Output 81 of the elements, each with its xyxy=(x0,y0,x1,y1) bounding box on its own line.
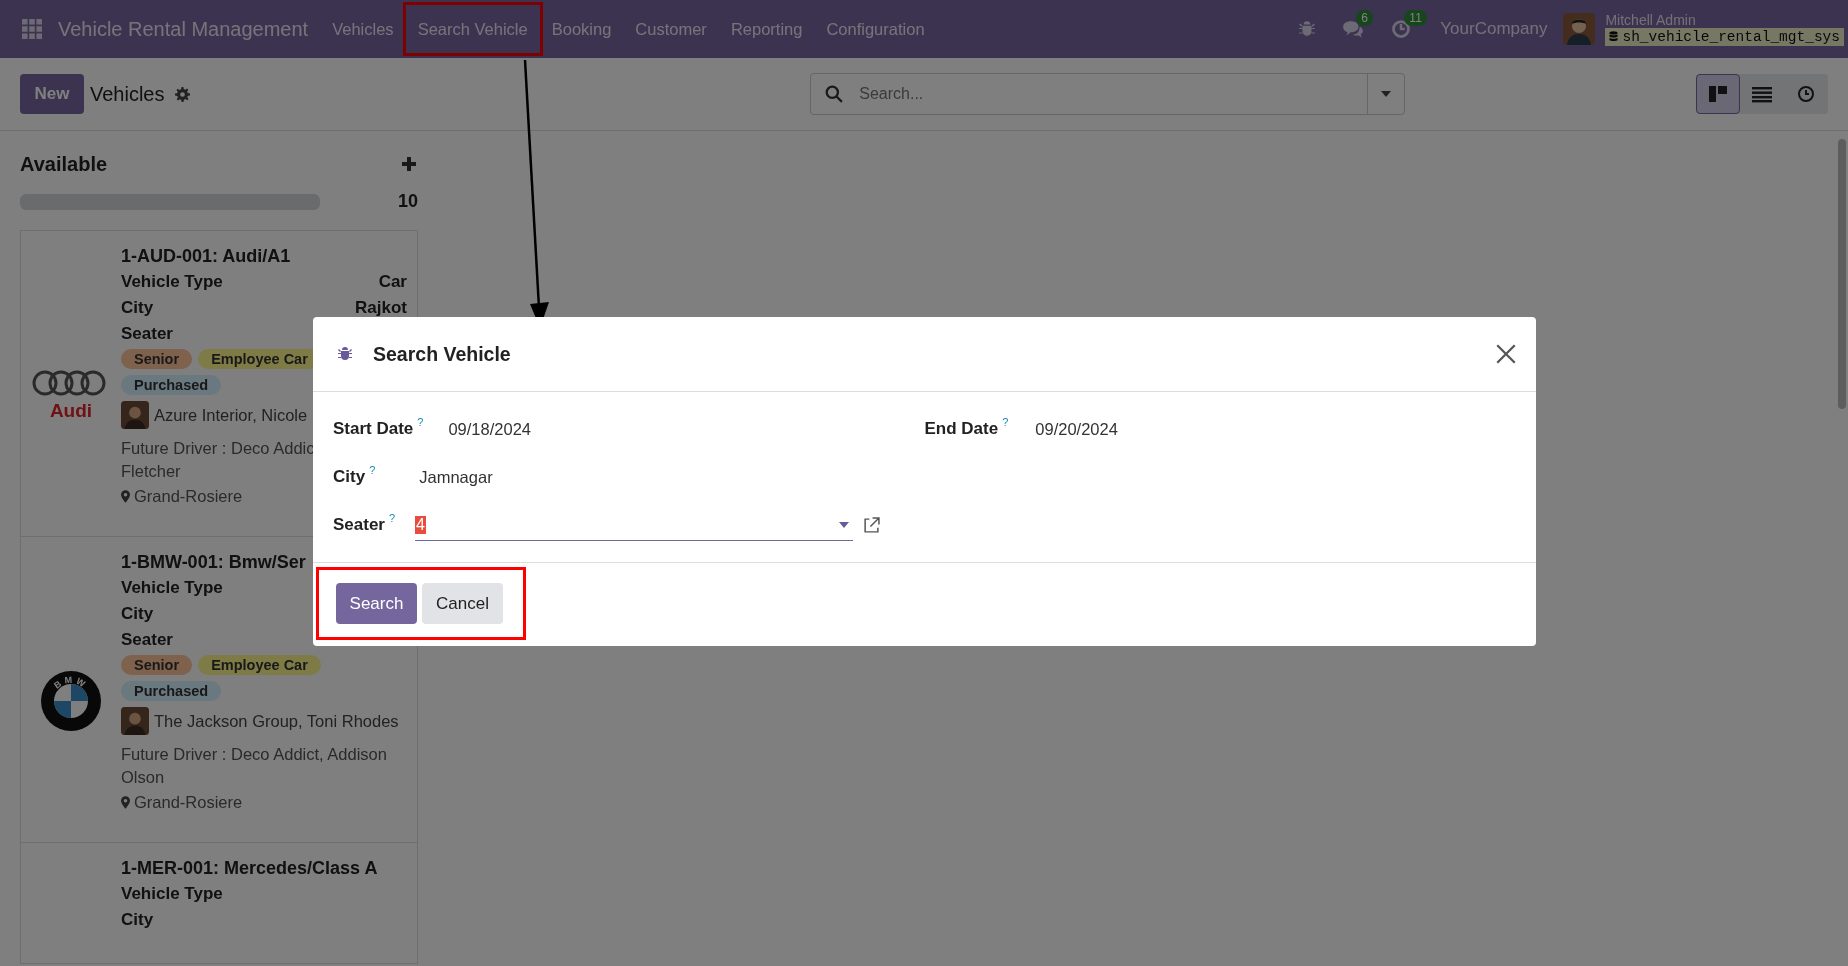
message-count-badge: 6 xyxy=(1356,10,1374,26)
caret-icon[interactable] xyxy=(1380,90,1393,98)
activity-count-badge: 11 xyxy=(1404,10,1427,26)
location-text: Grand-Rosiere xyxy=(134,487,243,506)
menu-item[interactable]: Customer xyxy=(623,5,719,53)
tag: Purchased xyxy=(121,681,222,701)
menu-item[interactable]: Search Vehicle xyxy=(405,5,540,53)
user-name: Mitchell Admin xyxy=(1605,12,1697,28)
seater-field[interactable]: 4 xyxy=(415,509,854,541)
future-driver-text: Future Driver : Deco Addict, Addison xyxy=(121,744,387,765)
close-icon[interactable] xyxy=(1496,344,1516,364)
field-label: Seater xyxy=(121,323,173,345)
external-link-icon[interactable] xyxy=(863,516,881,534)
vehicle-title: 1-AUD-001: Audi/A1 xyxy=(121,245,292,268)
location-text: Grand-Rosiere xyxy=(134,793,243,812)
apps-menu-icon[interactable] xyxy=(22,19,42,39)
help-mark[interactable]: ? xyxy=(417,416,424,428)
add-icon[interactable] xyxy=(402,157,416,171)
menu-item[interactable]: Configuration xyxy=(814,5,937,53)
future-driver-text: Future Driver : Deco Addic xyxy=(121,438,315,459)
search-icon xyxy=(825,85,844,103)
field-label: City xyxy=(121,603,154,625)
vehicle-card[interactable]: 1-MER-001: Mercedes/Class A Vehicle Type City xyxy=(20,843,418,964)
field-label: Vehicle Type xyxy=(121,577,223,599)
city-field[interactable]: Jamnagar xyxy=(419,467,493,487)
customer-avatar xyxy=(121,401,149,429)
customer-avatar xyxy=(121,707,149,735)
page-title: Vehicles xyxy=(90,82,165,106)
list-icon xyxy=(1752,85,1772,103)
field-label: City xyxy=(333,467,366,487)
field-value: Car xyxy=(378,271,407,293)
cancel-button[interactable]: Cancel xyxy=(422,583,503,624)
settings-icon[interactable] xyxy=(174,86,190,102)
user-avatar[interactable] xyxy=(1563,13,1596,45)
search-input[interactable]: Search... xyxy=(857,84,1368,104)
search-button[interactable]: Search xyxy=(336,583,417,624)
field-value: Rajkot xyxy=(355,297,407,319)
field-label: Vehicle Type xyxy=(121,271,223,293)
future-driver-text: Fletcher xyxy=(121,461,181,482)
future-driver-text: Olson xyxy=(121,767,165,788)
end-date-field[interactable]: 09/20/2024 xyxy=(1035,419,1118,439)
new-button[interactable]: New xyxy=(20,74,84,114)
caret-icon xyxy=(839,521,850,528)
app-name[interactable]: Vehicle Rental Management xyxy=(58,17,309,41)
tag: Purchased xyxy=(121,375,222,395)
kanban-icon xyxy=(1708,85,1728,103)
tag: Senior xyxy=(121,655,193,675)
customer-name: Azure Interior, Nicole xyxy=(154,405,308,425)
company-name[interactable]: YourCompany xyxy=(1440,19,1548,39)
field-label: City xyxy=(121,297,154,319)
bug-icon[interactable] xyxy=(337,346,353,362)
column-title: Available xyxy=(20,152,108,176)
tag: Senior xyxy=(121,349,193,369)
search-field[interactable]: Search... xyxy=(810,73,1406,115)
database-name: sh_vehicle_rental_mgt_sys xyxy=(1622,28,1840,45)
menu-item[interactable]: Vehicles xyxy=(320,5,406,53)
tag: Employee Car xyxy=(198,655,321,675)
vehicle-title: 1-MER-001: Mercedes/Class A xyxy=(121,857,379,880)
record-count: 10 xyxy=(397,191,418,212)
help-mark[interactable]: ? xyxy=(389,512,396,524)
help-mark[interactable]: ? xyxy=(369,464,376,476)
start-date-field[interactable]: 09/18/2024 xyxy=(448,419,532,439)
customer-name: The Jackson Group, Toni Rhodes xyxy=(154,711,399,731)
menu-item[interactable]: Booking xyxy=(539,5,624,53)
field-label: Vehicle Type xyxy=(121,883,223,905)
field-label: Seater xyxy=(333,515,385,535)
scrollbar-thumb[interactable] xyxy=(1838,139,1846,409)
database-icon xyxy=(1609,31,1619,42)
car-brand-logo: BMW xyxy=(39,668,103,733)
vehicle-title: 1-BMW-001: Bmw/Ser xyxy=(121,551,307,574)
clock-icon xyxy=(1797,85,1815,103)
field-label: End Date xyxy=(924,419,999,439)
location-pin-icon xyxy=(121,490,130,503)
location-pin-icon xyxy=(121,796,130,809)
car-brand-logo: Audi xyxy=(31,368,111,421)
field-label: City xyxy=(121,909,154,931)
field-label: Start Date xyxy=(333,419,414,439)
kanban-view-button[interactable] xyxy=(1696,74,1740,114)
field-label: Seater xyxy=(121,629,173,651)
menu-item[interactable]: Reporting xyxy=(718,5,815,53)
help-mark[interactable]: ? xyxy=(1002,416,1009,428)
